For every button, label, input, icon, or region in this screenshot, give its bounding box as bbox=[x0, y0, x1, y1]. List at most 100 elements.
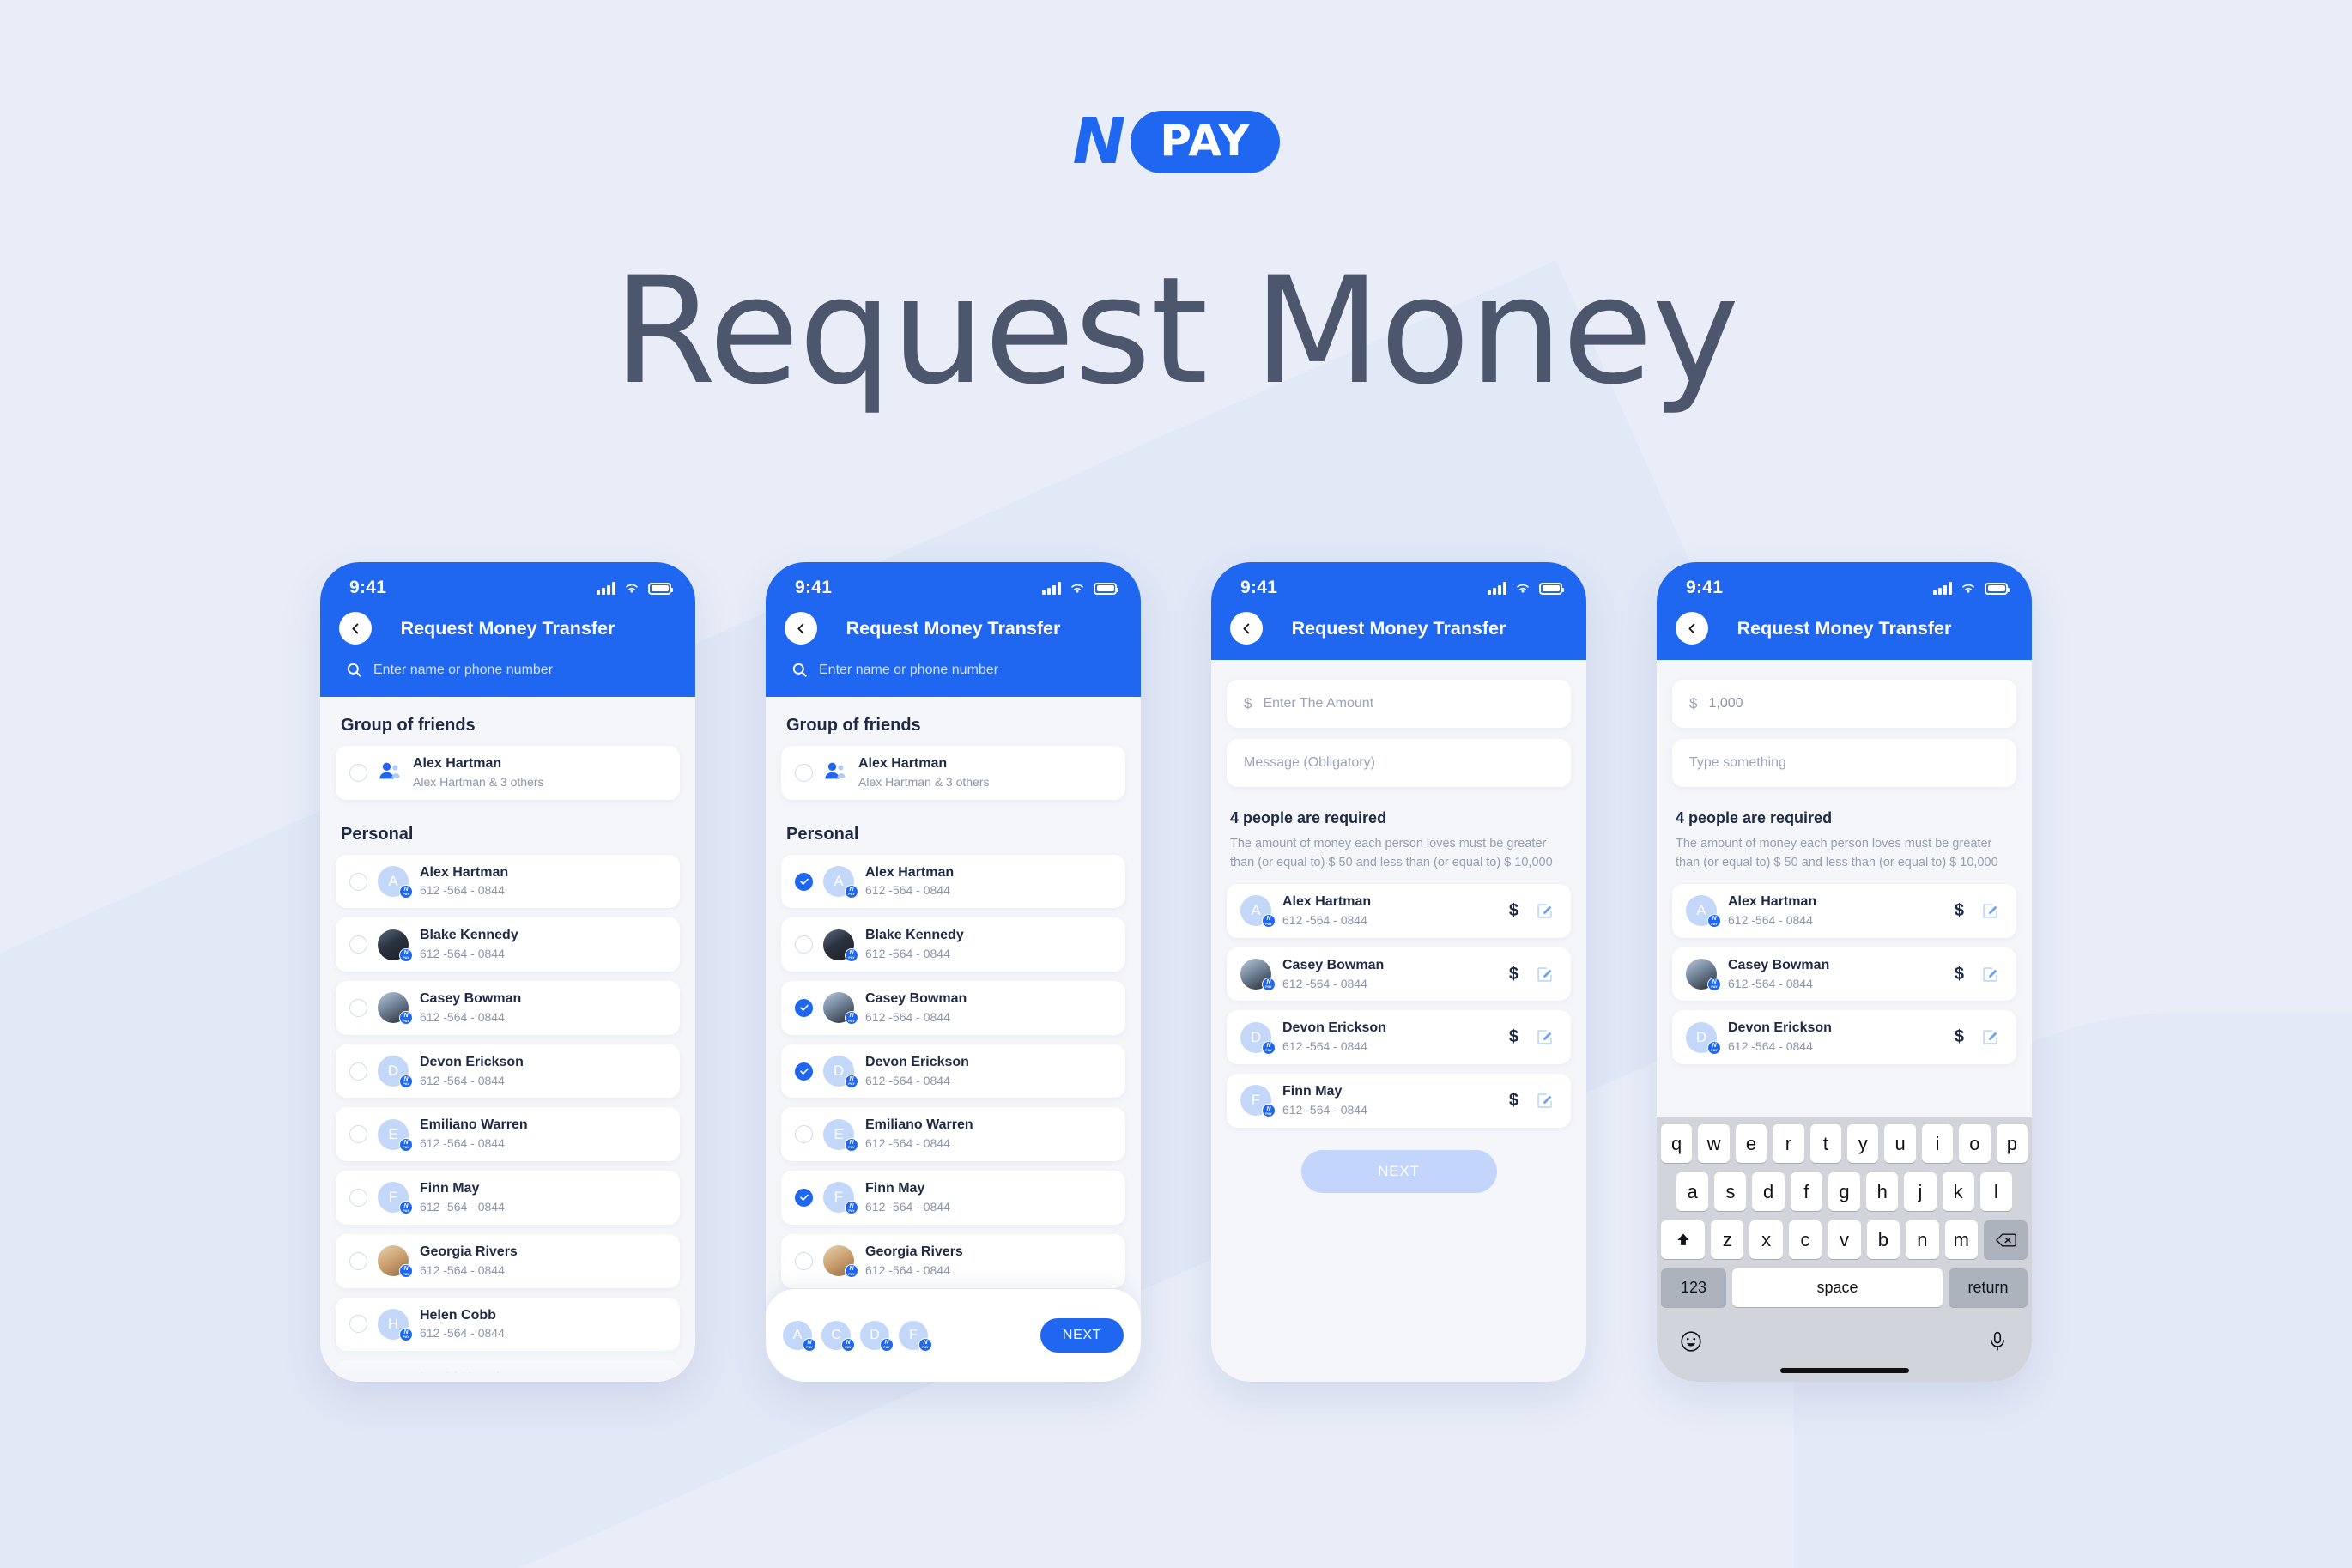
edit-amount-button[interactable] bbox=[1536, 1092, 1554, 1110]
contact-row[interactable]: A N PAY Alex Hartman 612 -564 - 0844 bbox=[336, 854, 680, 909]
contact-checkbox-checked[interactable] bbox=[795, 998, 813, 1017]
key-o[interactable]: o bbox=[1959, 1124, 1991, 1163]
on-screen-keyboard[interactable]: qwertyuiop asdfghjkl zxcvbnm 123 space r… bbox=[1657, 1117, 2032, 1382]
key-k[interactable]: k bbox=[1942, 1172, 1974, 1211]
back-button[interactable] bbox=[1676, 612, 1708, 645]
key-j[interactable]: j bbox=[1904, 1172, 1937, 1211]
contact-row[interactable]: F N PAY Finn May 612 -564 - 0844 bbox=[336, 1171, 680, 1225]
contact-row[interactable]: A N PAY Alex Hartman 612 -564 - 0844 bbox=[781, 854, 1125, 909]
key-e[interactable]: e bbox=[1735, 1124, 1767, 1163]
key-l[interactable]: l bbox=[1979, 1172, 2012, 1211]
key-s[interactable]: s bbox=[1714, 1172, 1747, 1211]
back-button[interactable] bbox=[339, 612, 372, 645]
contact-row[interactable]: F N PAY Finn May 612 -564 - 0844 $ bbox=[1227, 1074, 1571, 1128]
search-bar-2[interactable]: Enter name or phone number bbox=[766, 645, 1141, 697]
key-v[interactable]: v bbox=[1828, 1220, 1861, 1259]
contact-row[interactable]: N PAY Casey Bowman 612 -564 - 0844 $ bbox=[1672, 947, 2016, 1002]
key-c[interactable]: c bbox=[1788, 1220, 1822, 1259]
edit-amount-button[interactable] bbox=[1981, 902, 1999, 920]
edit-amount-button[interactable] bbox=[1536, 902, 1554, 920]
contact-checkbox[interactable] bbox=[349, 1062, 367, 1081]
next-button-disabled[interactable]: NEXT bbox=[1300, 1149, 1497, 1193]
key-b[interactable]: b bbox=[1866, 1220, 1900, 1259]
return-key[interactable]: return bbox=[1949, 1268, 2028, 1307]
contact-row[interactable]: N PAY Casey Bowman 612 -564 - 0844 bbox=[781, 981, 1125, 1035]
contact-row[interactable]: D N PAY Devon Erickson 612 -564 - 0844 $ bbox=[1227, 1010, 1571, 1065]
group-list-item[interactable]: Alex Hartman Alex Hartman & 3 others bbox=[336, 746, 680, 800]
key-p[interactable]: p bbox=[1996, 1124, 2028, 1163]
key-t[interactable]: t bbox=[1809, 1124, 1841, 1163]
search-input[interactable]: Enter name or phone number bbox=[373, 663, 553, 678]
key-r[interactable]: r bbox=[1773, 1124, 1804, 1163]
message-input[interactable]: Type something bbox=[1689, 755, 1786, 771]
message-field[interactable]: Type something bbox=[1672, 739, 2016, 787]
key-u[interactable]: u bbox=[1884, 1124, 1916, 1163]
message-field[interactable]: Message (Obligatory) bbox=[1227, 739, 1571, 787]
key-y[interactable]: y bbox=[1847, 1124, 1879, 1163]
contact-row[interactable]: F N PAY Finn May 612 -564 - 0844 bbox=[781, 1171, 1125, 1225]
key-i[interactable]: i bbox=[1921, 1124, 1954, 1163]
contact-row[interactable]: D N PAY Devon Erickson 612 -564 - 0844 $ bbox=[1672, 1010, 2016, 1065]
contact-checkbox[interactable] bbox=[349, 935, 367, 954]
contact-checkbox[interactable] bbox=[349, 1188, 367, 1207]
group-list-item[interactable]: Alex Hartman Alex Hartman & 3 others bbox=[781, 746, 1125, 800]
contact-checkbox-checked[interactable] bbox=[795, 1188, 813, 1207]
key-q[interactable]: q bbox=[1660, 1124, 1693, 1163]
amount-field[interactable]: $ 1,000 bbox=[1672, 680, 2016, 728]
contact-checkbox[interactable] bbox=[795, 1251, 813, 1270]
contact-row[interactable]: E N PAY Emiliano Warren 612 -564 - 0844 bbox=[336, 1107, 680, 1162]
microphone-button[interactable] bbox=[1986, 1330, 2009, 1357]
contact-row[interactable]: A N PAY Alex Hartman 612 -564 - 0844 $ bbox=[1227, 884, 1571, 938]
next-button[interactable]: NEXT bbox=[1040, 1318, 1124, 1353]
contact-checkbox[interactable] bbox=[349, 872, 367, 891]
key-f[interactable]: f bbox=[1790, 1172, 1822, 1211]
contact-row[interactable]: N PAY Casey Bowman 612 -564 - 0844 $ bbox=[1227, 947, 1571, 1002]
key-g[interactable]: g bbox=[1828, 1172, 1861, 1211]
edit-amount-button[interactable] bbox=[1981, 1028, 1999, 1046]
key-a[interactable]: a bbox=[1676, 1172, 1709, 1211]
contact-row[interactable]: E N PAY Emiliano Warren 612 -564 - 0844 bbox=[781, 1107, 1125, 1162]
contact-checkbox-checked[interactable] bbox=[795, 1062, 813, 1081]
edit-amount-button[interactable] bbox=[1981, 966, 1999, 984]
key-z[interactable]: z bbox=[1711, 1220, 1744, 1259]
contact-checkbox[interactable] bbox=[795, 935, 813, 954]
contact-row[interactable]: A N PAY Alex Hartman 612 -564 - 0844 $ bbox=[1672, 884, 2016, 938]
key-w[interactable]: w bbox=[1698, 1124, 1730, 1163]
key-m[interactable]: m bbox=[1944, 1220, 1978, 1259]
back-button[interactable] bbox=[1230, 612, 1263, 645]
key-d[interactable]: d bbox=[1752, 1172, 1785, 1211]
shift-key[interactable] bbox=[1661, 1220, 1705, 1259]
search-input[interactable]: Enter name or phone number bbox=[819, 663, 998, 678]
contact-row[interactable]: N PAY Georgia Rivers 612 -564 - 0844 bbox=[336, 1233, 680, 1288]
amount-input[interactable]: 1,000 bbox=[1708, 696, 1743, 711]
contact-checkbox[interactable] bbox=[349, 1125, 367, 1144]
group-radio[interactable] bbox=[349, 763, 367, 782]
edit-amount-button[interactable] bbox=[1536, 966, 1554, 984]
group-radio[interactable] bbox=[795, 763, 813, 782]
contact-row[interactable]: INPAY Ingrid Huynh612 -564 - 0844 bbox=[336, 1360, 680, 1382]
contact-row[interactable]: H N PAY Helen Cobb 612 -564 - 0844 bbox=[336, 1297, 680, 1352]
message-input[interactable]: Message (Obligatory) bbox=[1244, 755, 1375, 771]
contact-checkbox[interactable] bbox=[349, 1378, 367, 1382]
key-x[interactable]: x bbox=[1749, 1220, 1783, 1259]
contact-checkbox[interactable] bbox=[349, 1251, 367, 1270]
contact-row[interactable]: N PAY Casey Bowman 612 -564 - 0844 bbox=[336, 981, 680, 1035]
contact-row[interactable]: N PAY Blake Kennedy 612 -564 - 0844 bbox=[781, 917, 1125, 972]
contact-checkbox[interactable] bbox=[349, 998, 367, 1017]
contact-row[interactable]: N PAY Georgia Rivers 612 -564 - 0844 bbox=[781, 1233, 1125, 1288]
amount-input[interactable]: Enter The Amount bbox=[1263, 696, 1373, 711]
space-key[interactable]: space bbox=[1732, 1268, 1943, 1307]
edit-amount-button[interactable] bbox=[1536, 1028, 1554, 1046]
search-bar[interactable]: Enter name or phone number bbox=[320, 645, 695, 697]
back-button[interactable] bbox=[785, 612, 817, 645]
contact-checkbox-checked[interactable] bbox=[795, 872, 813, 891]
emoji-button[interactable] bbox=[1680, 1330, 1702, 1357]
backspace-key[interactable] bbox=[1984, 1220, 2028, 1259]
contact-row[interactable]: N PAY Blake Kennedy 612 -564 - 0844 bbox=[336, 917, 680, 972]
contact-checkbox[interactable] bbox=[795, 1125, 813, 1144]
contact-checkbox[interactable] bbox=[349, 1315, 367, 1334]
contact-row[interactable]: D N PAY Devon Erickson 612 -564 - 0844 bbox=[781, 1044, 1125, 1099]
amount-field[interactable]: $ Enter The Amount bbox=[1227, 680, 1571, 728]
contact-row[interactable]: D N PAY Devon Erickson 612 -564 - 0844 bbox=[336, 1044, 680, 1099]
key-h[interactable]: h bbox=[1866, 1172, 1899, 1211]
